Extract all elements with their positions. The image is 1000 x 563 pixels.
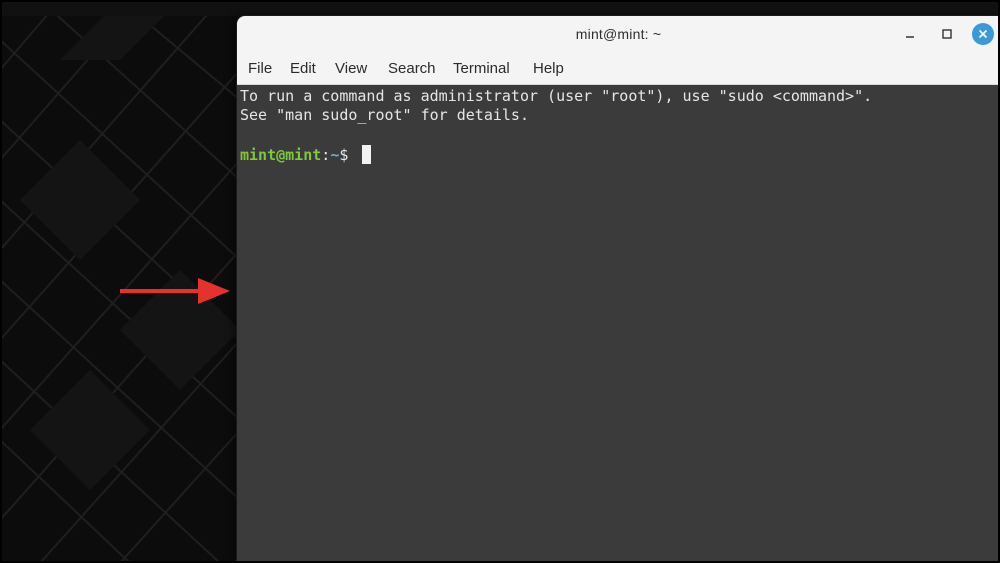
menu-search[interactable]: Search — [388, 60, 436, 77]
close-icon — [978, 29, 988, 39]
menu-file[interactable]: File — [248, 60, 272, 77]
prompt-user-host: mint@mint — [240, 146, 322, 164]
menu-view[interactable]: View — [335, 60, 367, 77]
menu-bar: File Edit View Search Terminal Help — [237, 52, 1000, 85]
terminal-area[interactable]: To run a command as administrator (user … — [237, 85, 1000, 563]
prompt-separator: : — [321, 146, 331, 164]
window-title: mint@mint: ~ — [575, 26, 662, 42]
close-button[interactable] — [972, 23, 994, 45]
annotation-arrow-icon — [120, 278, 230, 304]
minimize-button[interactable] — [900, 24, 920, 44]
terminal-output-line: To run a command as administrator (user … — [240, 87, 873, 105]
terminal-window[interactable]: mint@mint: ~ File Edit View Search Termi… — [237, 16, 1000, 563]
menu-help[interactable]: Help — [533, 60, 564, 77]
maximize-icon — [942, 29, 952, 39]
menu-edit[interactable]: Edit — [290, 60, 316, 77]
terminal-output-line: See "man sudo_root" for details. — [240, 106, 529, 124]
minimize-icon — [906, 36, 914, 38]
maximize-button[interactable] — [937, 24, 957, 44]
title-bar[interactable]: mint@mint: ~ — [237, 16, 1000, 52]
prompt-symbol: $ — [339, 146, 349, 164]
text-cursor — [362, 145, 371, 164]
prompt-path: ~ — [330, 146, 340, 164]
terminal-prompt: mint@mint:~$ — [240, 146, 348, 164]
menu-terminal[interactable]: Terminal — [453, 60, 510, 77]
